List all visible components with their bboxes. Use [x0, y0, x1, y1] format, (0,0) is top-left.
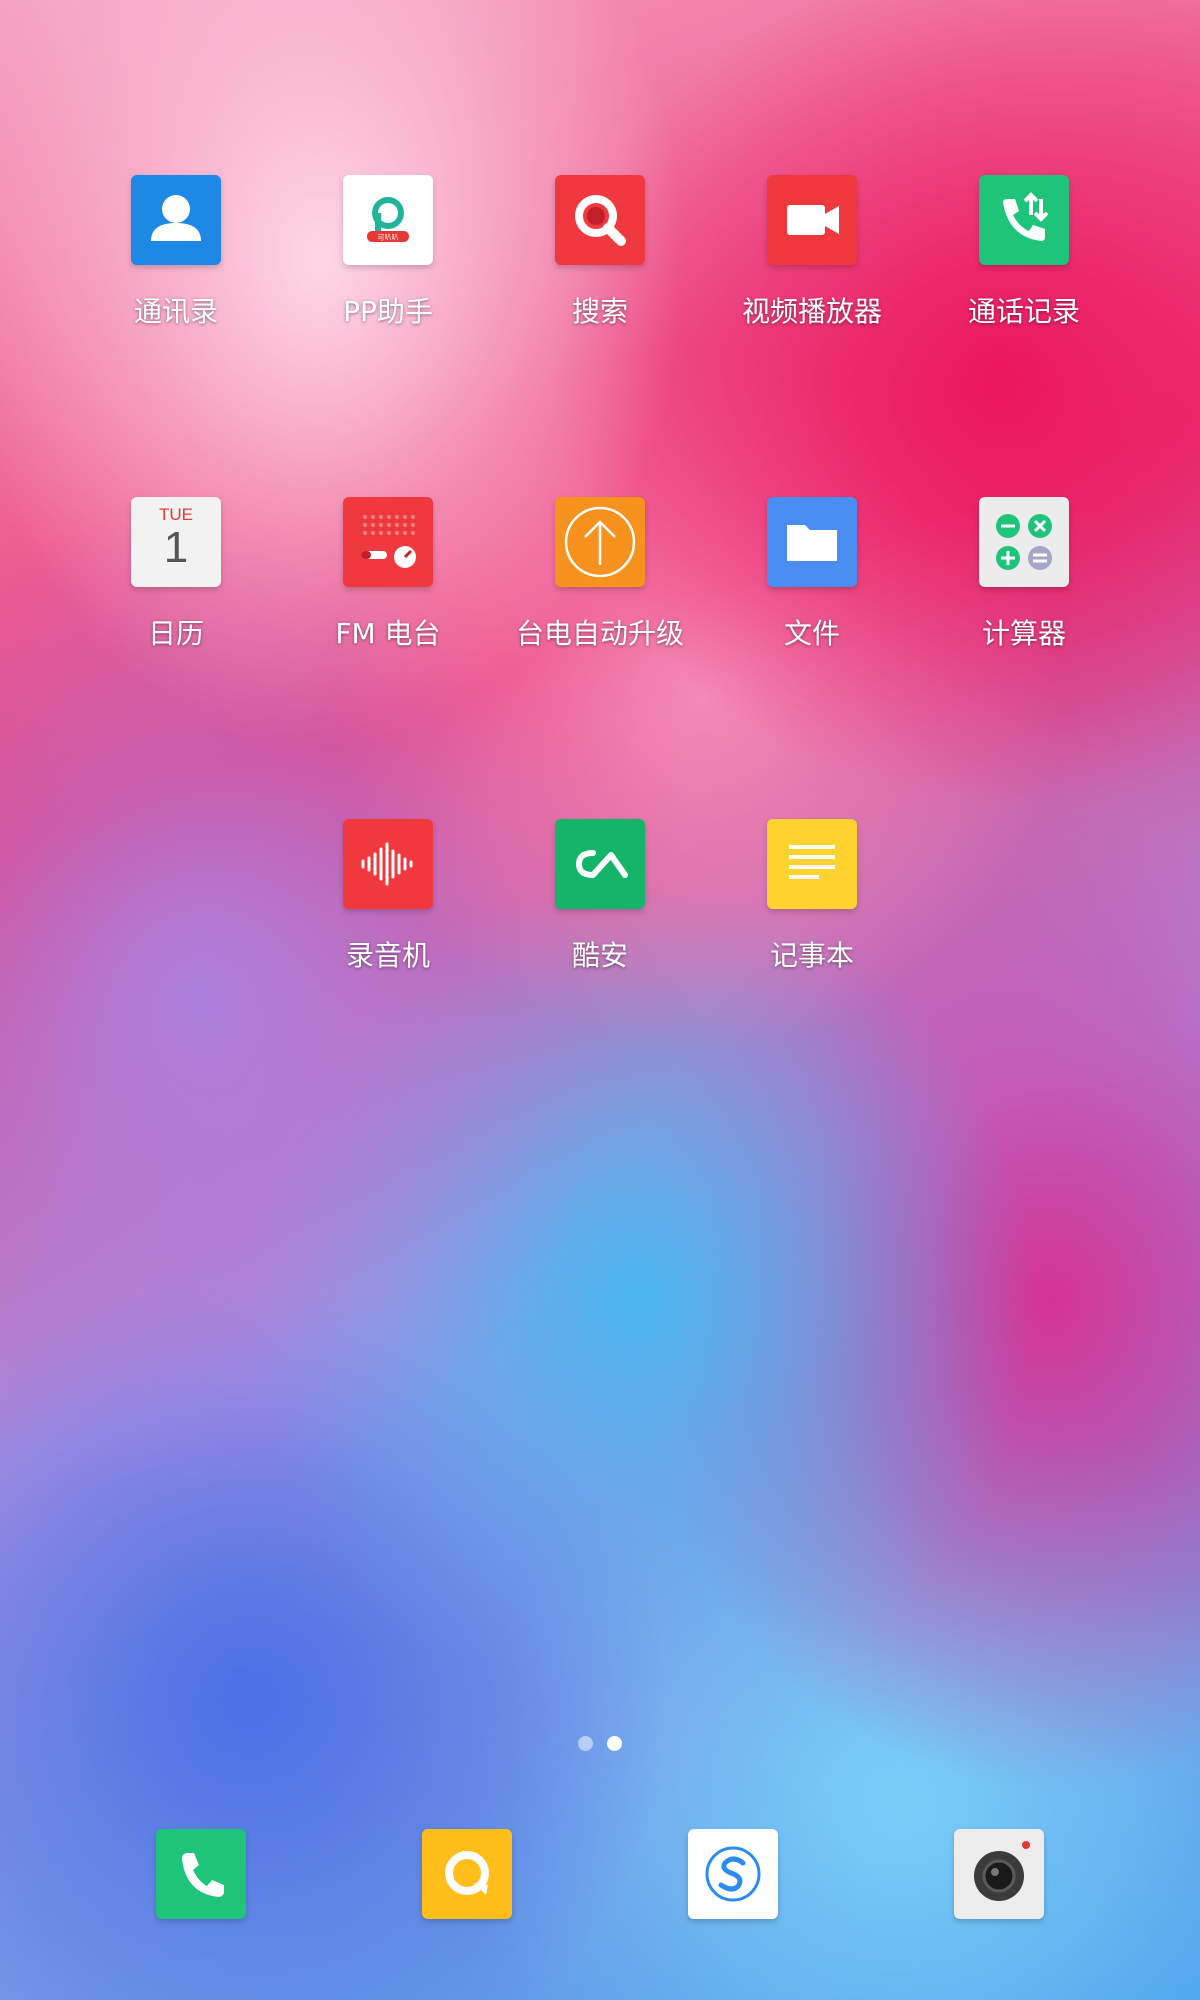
calendar-icon: TUE 1 — [131, 497, 221, 587]
app-pp-assistant[interactable]: 可叭叭 PP助手 — [282, 175, 494, 375]
app-notepad[interactable]: 记事本 — [706, 819, 918, 1019]
svg-text:可叭叭: 可叭叭 — [378, 234, 399, 242]
app-label: 搜索 — [571, 295, 628, 328]
call-log-icon — [979, 175, 1069, 265]
page-dot-active[interactable] — [606, 1736, 622, 1751]
app-auto-update[interactable]: 台电自动升级 — [494, 497, 706, 697]
app-label: 通话记录 — [967, 295, 1080, 328]
folder-icon — [767, 497, 857, 587]
app-label: 酷安 — [571, 939, 628, 972]
app-recorder[interactable]: 录音机 — [282, 819, 494, 1019]
camera-icon — [974, 1841, 1030, 1901]
app-label: 录音机 — [345, 939, 430, 972]
search-icon — [555, 175, 645, 265]
page-dot[interactable] — [578, 1736, 594, 1751]
calculator-icon — [979, 497, 1069, 587]
app-label: 日历 — [147, 617, 204, 650]
app-label: PP助手 — [343, 295, 433, 328]
dock-messages[interactable] — [422, 1829, 512, 1919]
app-files[interactable]: 文件 — [706, 497, 918, 697]
notepad-icon — [767, 819, 857, 909]
app-label: 台电自动升级 — [515, 617, 684, 650]
pp-assistant-icon: 可叭叭 — [343, 175, 433, 265]
page-indicator — [0, 1736, 1200, 1755]
contacts-icon — [131, 175, 221, 265]
app-calendar[interactable]: TUE 1 日历 — [70, 497, 282, 697]
app-label: FM 电台 — [335, 617, 441, 650]
messages-icon — [445, 1851, 489, 1895]
app-label: 通讯录 — [133, 295, 218, 328]
fm-radio-icon — [343, 497, 433, 587]
app-call-log[interactable]: 通话记录 — [918, 175, 1130, 375]
app-label: 计算器 — [981, 617, 1066, 650]
app-search[interactable]: 搜索 — [494, 175, 706, 375]
app-label: 文件 — [783, 617, 840, 650]
dock-browser[interactable] — [688, 1829, 778, 1919]
dock-camera[interactable] — [954, 1829, 1044, 1919]
browser-icon — [705, 1846, 761, 1902]
dock-phone[interactable] — [156, 1829, 246, 1919]
calendar-date: 1 — [163, 523, 189, 572]
app-label: 记事本 — [769, 939, 854, 972]
app-calculator[interactable]: 计算器 — [918, 497, 1130, 697]
app-video-player[interactable]: 视频播放器 — [706, 175, 918, 375]
phone-icon — [182, 1853, 224, 1897]
app-contacts[interactable]: 通讯录 — [70, 175, 282, 375]
calendar-day: TUE — [159, 505, 193, 524]
coolapk-icon — [555, 819, 645, 909]
auto-update-icon — [555, 497, 645, 587]
recorder-icon — [343, 819, 433, 909]
app-label: 视频播放器 — [741, 295, 882, 328]
app-fm-radio[interactable]: FM 电台 — [282, 497, 494, 697]
video-player-icon — [767, 175, 857, 265]
app-coolapk[interactable]: 酷安 — [494, 819, 706, 1019]
